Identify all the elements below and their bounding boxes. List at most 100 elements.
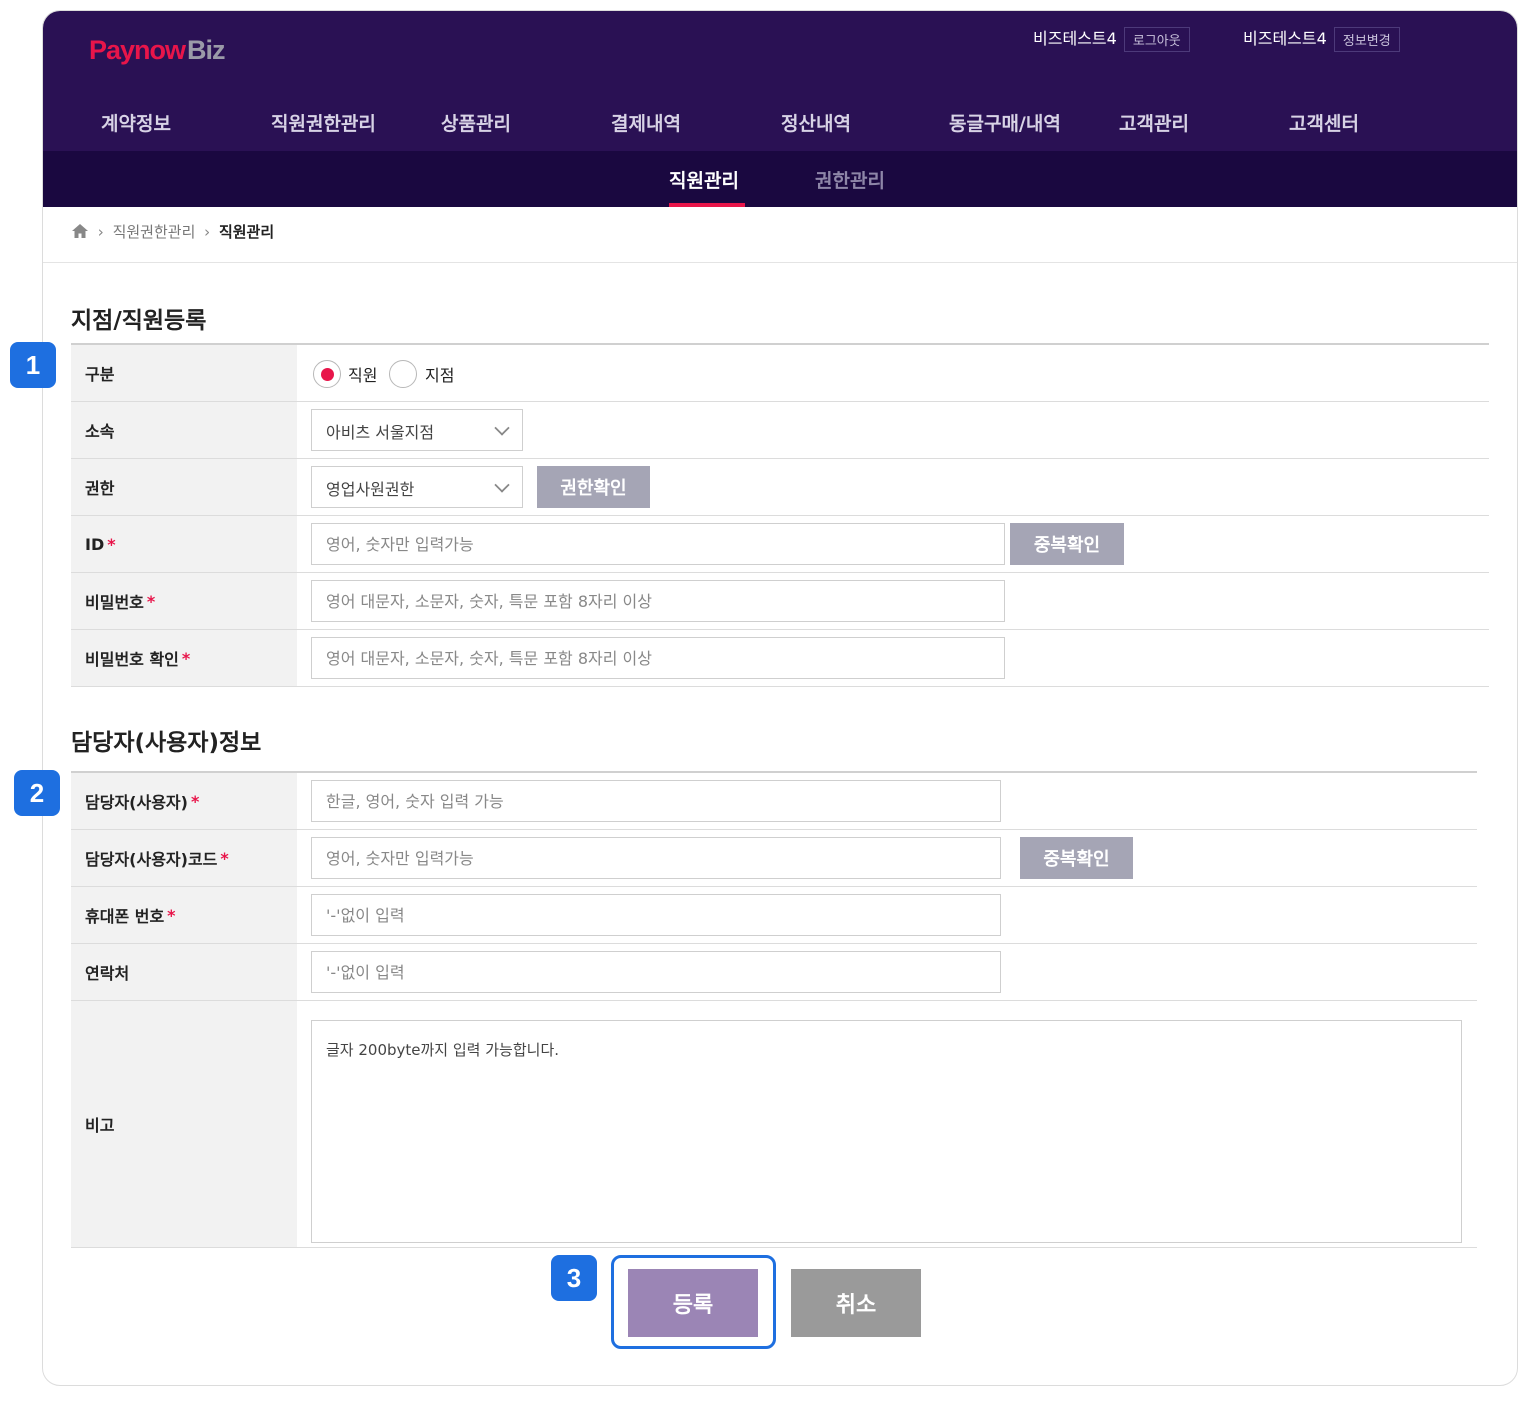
required-mark: * — [220, 848, 229, 868]
manager-code-label: 담당자(사용자)코드 — [85, 850, 218, 869]
top-header: PaynowBiz 비즈테스트4 로그아웃 비즈테스트4 정보변경 계약정보 직… — [43, 11, 1517, 151]
field-label: 소속 — [71, 402, 297, 458]
required-mark: * — [107, 534, 116, 554]
required-mark: * — [181, 648, 191, 668]
manager-label: 담당자(사용자) — [85, 793, 188, 812]
type-label: 구분 — [85, 365, 115, 384]
permission-select[interactable]: 영업사원권한 — [311, 466, 523, 508]
field-value: 아비츠 서울지점 — [297, 402, 1489, 458]
subnav-permission-management[interactable]: 권한관리 — [815, 166, 885, 193]
section-title-manager-info: 담당자(사용자)정보 — [71, 730, 262, 756]
form-row-contact: 연락처 — [71, 944, 1477, 1001]
required-mark: * — [146, 591, 156, 611]
nav-dongle-purchase[interactable]: 동글구매/내역 — [949, 109, 1061, 136]
chevron-right-icon: › — [204, 223, 211, 241]
field-label: 휴대폰 번호 * — [71, 887, 297, 943]
memo-textarea[interactable]: 글자 200byte까지 입력 가능합니다. — [311, 1020, 1462, 1243]
home-icon[interactable] — [71, 223, 89, 239]
contact-label: 연락처 — [85, 964, 130, 983]
nav-contract-info[interactable]: 계약정보 — [101, 109, 171, 136]
field-label: 비밀번호 확인 * — [71, 630, 297, 686]
permission-label: 권한 — [85, 479, 115, 498]
form-row-memo: 비고 글자 200byte까지 입력 가능합니다. — [71, 1001, 1477, 1248]
permission-check-button[interactable]: 권한확인 — [537, 466, 650, 508]
contact-input[interactable] — [311, 951, 1001, 993]
field-value: 중복확인 — [297, 830, 1477, 886]
active-tab-indicator — [669, 203, 745, 207]
permission-value: 영업사원권한 — [326, 480, 415, 499]
id-input[interactable] — [311, 523, 1005, 565]
form-row-manager: 담당자(사용자) * — [71, 773, 1477, 830]
field-label: 구분 — [71, 345, 297, 401]
radio-branch[interactable] — [389, 360, 417, 388]
subnav-staff-management[interactable]: 직원관리 — [669, 166, 739, 193]
section-title-registration: 지점/직원등록 — [71, 308, 207, 334]
submit-button[interactable]: 등록 — [628, 1269, 758, 1337]
user-name: 비즈테스트4 — [1033, 29, 1117, 48]
breadcrumb-parent[interactable]: 직원권한관리 — [113, 223, 196, 241]
manager-code-input[interactable] — [311, 837, 1001, 879]
logo-text-paynow: Paynow — [89, 35, 186, 65]
chevron-down-icon — [494, 420, 510, 436]
user-name: 비즈테스트4 — [1243, 29, 1327, 48]
code-duplicate-check-button[interactable]: 중복확인 — [1020, 837, 1133, 879]
mobile-label: 휴대폰 번호 — [85, 907, 165, 926]
mobile-input[interactable] — [311, 894, 1001, 936]
form-row-mobile: 휴대폰 번호 * — [71, 887, 1477, 944]
password-input[interactable] — [311, 580, 1005, 622]
manager-name-input[interactable] — [311, 780, 1001, 822]
breadcrumb-current: 직원관리 — [218, 223, 275, 241]
required-mark: * — [190, 791, 200, 811]
chevron-right-icon: › — [97, 223, 104, 241]
form-row-password-confirm: 비밀번호 확인 * — [71, 630, 1489, 687]
step-badge-2: 2 — [14, 770, 60, 816]
affiliation-select[interactable]: 아비츠 서울지점 — [311, 409, 523, 451]
nav-customers[interactable]: 고객관리 — [1119, 109, 1189, 136]
logout-button[interactable]: 로그아웃 — [1123, 27, 1190, 52]
manager-info-form: 담당자(사용자)* 담당자(사용자)코드* 중복확인 휴대폰 번호* 연락처 — [71, 771, 1477, 1248]
memo-label: 비고 — [85, 1116, 115, 1135]
chevron-down-icon — [494, 477, 510, 493]
id-duplicate-check-button[interactable]: 중복확인 — [1010, 523, 1124, 565]
nav-payments[interactable]: 결제내역 — [611, 109, 681, 136]
nav-staff-permission[interactable]: 직원권한관리 — [271, 109, 376, 136]
cancel-button[interactable]: 취소 — [791, 1269, 921, 1337]
field-value — [297, 630, 1489, 686]
field-label: 담당자(사용자) * — [71, 773, 297, 829]
field-label: 비고 — [71, 1001, 297, 1247]
nav-customer-center[interactable]: 고객센터 — [1289, 109, 1359, 136]
edit-info-button[interactable]: 정보변경 — [1333, 27, 1400, 52]
breadcrumb: › 직원권한관리 › 직원관리 — [71, 221, 274, 242]
paynow-biz-logo[interactable]: PaynowBiz — [89, 35, 226, 66]
form-row-id: ID* 중복확인 — [71, 516, 1489, 573]
user-logout-area: 비즈테스트4 로그아웃 — [1033, 25, 1190, 52]
form-row-manager-code: 담당자(사용자)코드* 중복확인 — [71, 830, 1477, 887]
app-frame: PaynowBiz 비즈테스트4 로그아웃 비즈테스트4 정보변경 계약정보 직… — [42, 10, 1518, 1386]
field-label: 권한 — [71, 459, 297, 515]
field-value: 영업사원권한 권한확인 — [297, 459, 1489, 515]
field-value — [297, 573, 1489, 629]
form-row-type: 구분 직원 지점 — [71, 345, 1489, 402]
affiliation-value: 아비츠 서울지점 — [326, 423, 435, 442]
password-confirm-input[interactable] — [311, 637, 1005, 679]
radio-staff-label[interactable]: 직원 — [348, 362, 377, 386]
sub-nav: 직원관리 권한관리 — [43, 151, 1517, 207]
field-value: 중복확인 — [297, 516, 1489, 572]
password-label: 비밀번호 — [85, 593, 144, 612]
required-mark: * — [167, 905, 176, 925]
radio-branch-label[interactable]: 지점 — [425, 362, 454, 386]
field-value: 직원 지점 — [297, 345, 1489, 401]
memo-placeholder: 글자 200byte까지 입력 가능합니다. — [326, 1041, 560, 1059]
nav-settlement[interactable]: 정산내역 — [781, 109, 851, 136]
password-confirm-label: 비밀번호 확인 — [85, 650, 179, 669]
field-label: 담당자(사용자)코드 * — [71, 830, 297, 886]
user-info-area: 비즈테스트4 정보변경 — [1243, 25, 1400, 52]
form-row-affiliation: 소속 아비츠 서울지점 — [71, 402, 1489, 459]
radio-staff[interactable] — [313, 360, 341, 388]
id-label: ID — [85, 534, 105, 554]
main-nav: 계약정보 직원권한관리 상품관리 결제내역 정산내역 동글구매/내역 고객관리 … — [43, 109, 1517, 139]
nav-products[interactable]: 상품관리 — [441, 109, 511, 136]
field-value: 글자 200byte까지 입력 가능합니다. — [297, 1001, 1477, 1247]
form-row-password: 비밀번호 * — [71, 573, 1489, 630]
logo-text-biz: Biz — [187, 35, 225, 65]
